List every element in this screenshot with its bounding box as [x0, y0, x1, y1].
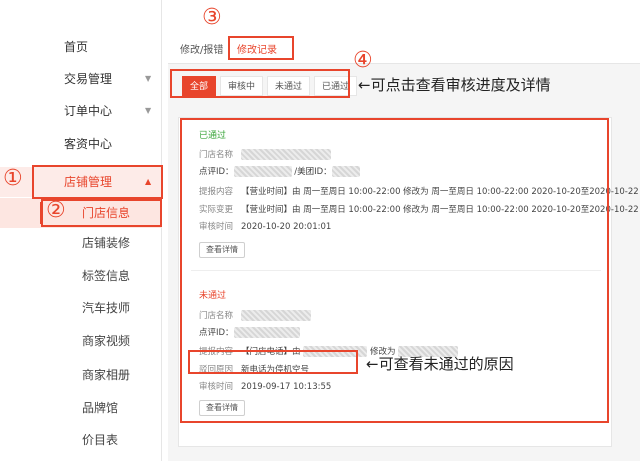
- store-name-row: 门店名称: [199, 309, 312, 321]
- field-label: 提报内容: [199, 187, 234, 197]
- sidebar-item-label: 客资中心: [64, 137, 113, 151]
- filter-callout: ←可点击查看审核进度及详情: [358, 76, 551, 94]
- field-label: /美团ID：: [294, 167, 332, 177]
- tab-bar: 修改/报错 修改记录: [168, 30, 640, 64]
- tab-edit-history[interactable]: 修改记录: [237, 41, 277, 56]
- submit-row: 提报内容 【营业时间】由 周一至周日 10:00-22:00 修改为 周一至周日 …: [199, 185, 640, 197]
- sidebar-item-label: 商家视频: [82, 334, 131, 348]
- sidebar-item-orders[interactable]: 订单中心 ▼: [0, 96, 162, 126]
- field-label: 驳回原因: [199, 365, 234, 375]
- sidebar-item-label: 品牌馆: [82, 401, 119, 415]
- sidebar-item-tags[interactable]: 标签信息: [0, 261, 162, 291]
- chevron-down-icon: ▼: [145, 106, 152, 115]
- field-value: 2019-09-17 10:13:55: [241, 382, 332, 392]
- divider: [191, 270, 601, 271]
- sidebar-item-label: 价目表: [82, 433, 119, 447]
- status-badge: 已通过: [199, 131, 227, 141]
- blurred-value: [233, 327, 300, 338]
- field-label: 审核时间: [199, 222, 234, 232]
- audit-time-row: 审核时间 2020-10-20 20:01:01: [199, 220, 331, 232]
- records-panel: 已通过 门店名称 点评ID： /美团ID： 提报内容 【营业时间】由 周一至周日 …: [178, 117, 640, 447]
- sidebar-item-technicians[interactable]: 汽车技师: [0, 293, 162, 323]
- ids-row: 点评ID： /美团ID：: [199, 165, 360, 177]
- field-value: 【营业时间】由 周一至周日 10:00-22:00 修改为 周一至周日 10:0…: [241, 205, 640, 215]
- field-value: 【营业时间】由 周一至周日 10:00-22:00 修改为 周一至周日 10:0…: [241, 187, 640, 197]
- step-1-marker: ①: [3, 166, 23, 191]
- filter-all[interactable]: 全部: [182, 76, 217, 96]
- field-label: 点评ID：: [199, 328, 234, 338]
- store-name-row: 门店名称: [199, 148, 332, 160]
- audit-time-row: 审核时间 2019-09-17 10:13:55: [199, 380, 331, 392]
- field-label: 提报内容: [199, 347, 234, 357]
- status-filter: 全部 审核中 未通过 已通过: [182, 76, 358, 98]
- blurred-value: [331, 166, 360, 177]
- step-4-marker: ④: [353, 48, 373, 73]
- status-badge: 未通过: [199, 291, 227, 301]
- field-label: 门店名称: [199, 311, 234, 321]
- field-value: 新电话为停机空号: [241, 365, 310, 375]
- chevron-down-icon: ▼: [145, 74, 152, 83]
- blurred-value: [241, 310, 312, 321]
- filter-rejected[interactable]: 未通过: [267, 76, 311, 96]
- step-3-marker: ③: [202, 5, 222, 30]
- sidebar-item-label: 商家相册: [82, 368, 131, 382]
- sidebar-item-videos[interactable]: 商家视频: [0, 326, 162, 356]
- filter-passed[interactable]: 已通过: [314, 76, 358, 96]
- step-2-marker: ②: [46, 198, 66, 223]
- sidebar-item-album[interactable]: 商家相册: [0, 360, 162, 390]
- reject-reason-row: 驳回原因 新电话为停机空号: [199, 363, 309, 375]
- field-label: 点评ID：: [199, 167, 234, 177]
- blurred-value: [241, 149, 332, 160]
- field-label: 门店名称: [199, 150, 234, 160]
- sidebar-item-label: 订单中心: [64, 104, 113, 118]
- sidebar-item-store-management[interactable]: 店铺管理 ▲: [0, 167, 162, 197]
- sidebar-item-store-info[interactable]: 门店信息: [0, 198, 162, 228]
- filter-reviewing[interactable]: 审核中: [220, 76, 264, 96]
- view-details-button[interactable]: 查看详情: [199, 400, 245, 416]
- sidebar-item-home[interactable]: 首页: [0, 32, 162, 62]
- sidebar-item-label: 店铺装修: [82, 236, 131, 250]
- actual-change-row: 实际变更 【营业时间】由 周一至周日 10:00-22:00 修改为 周一至周日 …: [199, 203, 640, 215]
- ids-row: 点评ID：: [199, 326, 300, 338]
- blurred-value: [303, 346, 368, 357]
- chevron-up-icon: ▲: [145, 177, 152, 186]
- tab-edit-report[interactable]: 修改/报错: [180, 41, 223, 56]
- sidebar: 首页 交易管理 ▼ 订单中心 ▼ 客资中心 店铺管理 ▲ 门店信息 店铺装修 标…: [0, 0, 162, 461]
- sidebar-item-label: 店铺管理: [64, 175, 113, 189]
- reject-callout: ←可查看未通过的原因: [366, 355, 514, 373]
- sidebar-item-trade[interactable]: 交易管理 ▼: [0, 64, 162, 94]
- view-details-button[interactable]: 查看详情: [199, 242, 245, 258]
- sidebar-item-label: 汽车技师: [82, 301, 131, 315]
- sidebar-item-store-decoration[interactable]: 店铺装修: [0, 228, 162, 258]
- sidebar-item-label: 门店信息: [82, 206, 131, 220]
- sidebar-item-price-list[interactable]: 价目表: [0, 425, 162, 455]
- field-label: 审核时间: [199, 382, 234, 392]
- sidebar-item-label: 交易管理: [64, 72, 113, 86]
- sidebar-item-label: 首页: [64, 40, 89, 54]
- field-value: 2020-10-20 20:01:01: [241, 222, 332, 232]
- field-label: 实际变更: [199, 205, 234, 215]
- sidebar-item-customers[interactable]: 客资中心: [0, 129, 162, 159]
- blurred-value: [233, 166, 292, 177]
- field-value: 【门店电话】由: [241, 347, 301, 357]
- sidebar-item-brand-hall[interactable]: 品牌馆: [0, 393, 162, 423]
- sidebar-item-label: 标签信息: [82, 269, 131, 283]
